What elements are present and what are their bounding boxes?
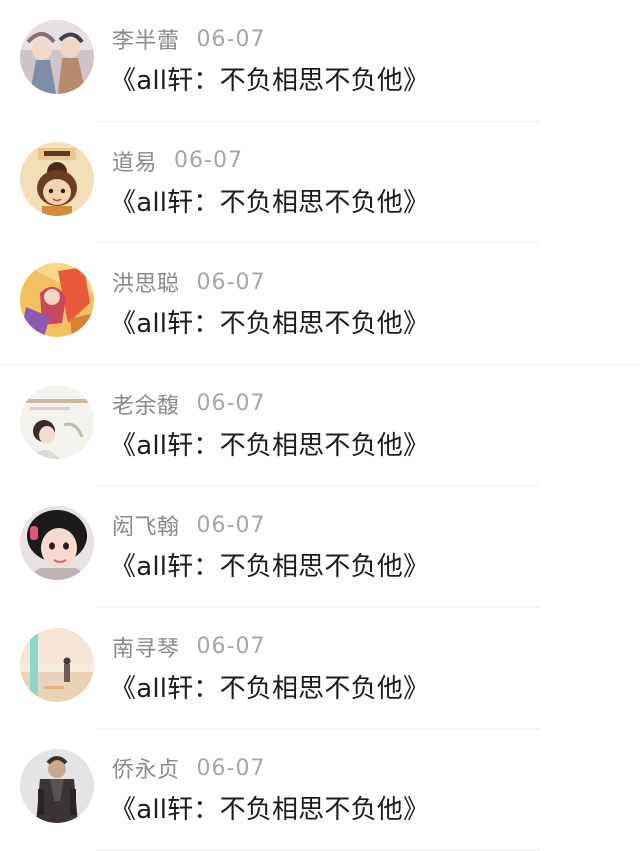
comment-meta: 闳飞翰 06-07 <box>112 509 266 541</box>
comment-message[interactable]: 《all轩：不负相思不负他》 <box>110 789 429 826</box>
avatar[interactable] <box>20 141 94 216</box>
user-name[interactable]: 老余馥 <box>112 388 180 420</box>
comment-message[interactable]: 《all轩：不负相思不负他》 <box>110 668 429 705</box>
avatar-anime-figures-icon <box>20 20 94 94</box>
list-item[interactable]: 道易 06-07 《all轩：不负相思不负他》 <box>0 122 640 243</box>
user-name[interactable]: 闳飞翰 <box>112 509 180 541</box>
comment-message[interactable]: 《all轩：不负相思不负他》 <box>110 425 429 462</box>
comment-meta: 道易 06-07 <box>112 146 243 176</box>
comment-list: 李半蕾 06-07 《all轩：不负相思不负他》 道易 06-07 《all轩：… <box>0 0 640 851</box>
comment-date: 06-07 <box>174 148 243 173</box>
avatar[interactable] <box>20 506 94 580</box>
comment-meta: 侨永贞 06-07 <box>112 752 266 784</box>
comment-meta: 李半蕾 06-07 <box>112 23 266 55</box>
list-item[interactable]: 老余馥 06-07 《all轩：不负相思不负他》 <box>0 365 640 486</box>
comment-message[interactable]: 《all轩：不负相思不负他》 <box>110 60 429 97</box>
comment-meta: 南寻琴 06-07 <box>112 632 265 662</box>
comment-message[interactable]: 《all轩：不负相思不负他》 <box>110 182 429 219</box>
list-item[interactable]: 李半蕾 06-07 《all轩：不负相思不负他》 <box>0 0 640 122</box>
user-name[interactable]: 道易 <box>112 145 157 177</box>
avatar-beach-scene-icon <box>20 627 94 702</box>
comment-date: 06-07 <box>196 755 266 781</box>
avatar-soldier-icon <box>20 749 94 823</box>
list-item[interactable]: 侨永贞 06-07 《all轩：不负相思不负他》 <box>0 729 640 851</box>
comment-date: 06-07 <box>196 26 266 52</box>
list-item[interactable]: 南寻琴 06-07 《all轩：不负相思不负他》 <box>0 608 640 729</box>
avatar-child-portrait-icon <box>20 506 94 580</box>
user-name[interactable]: 南寻琴 <box>112 631 180 663</box>
avatar[interactable] <box>20 20 94 94</box>
avatar-game-hero-icon <box>20 263 94 337</box>
comment-date: 06-07 <box>196 512 266 538</box>
avatar[interactable] <box>20 384 94 459</box>
list-item[interactable]: 闳飞翰 06-07 《all轩：不负相思不负他》 <box>0 486 640 608</box>
avatar[interactable] <box>20 263 94 337</box>
avatar-girl-with-text-icon <box>20 384 94 459</box>
avatar[interactable] <box>20 627 94 702</box>
comment-meta: 洪思聪 06-07 <box>112 266 266 298</box>
comment-message[interactable]: 《all轩：不负相思不负他》 <box>110 546 429 583</box>
comment-meta: 老余馥 06-07 <box>112 389 265 419</box>
list-item[interactable]: 洪思聪 06-07 《all轩：不负相思不负他》 <box>0 243 640 365</box>
comment-date: 06-07 <box>196 391 266 416</box>
comment-date: 06-07 <box>196 269 266 295</box>
avatar[interactable] <box>20 749 94 823</box>
user-name[interactable]: 侨永贞 <box>112 752 180 784</box>
avatar-cartoon-girl-icon <box>20 141 94 216</box>
comment-message[interactable]: 《all轩：不负相思不负他》 <box>110 303 429 340</box>
user-name[interactable]: 洪思聪 <box>112 266 180 298</box>
user-name[interactable]: 李半蕾 <box>112 23 180 55</box>
comment-date: 06-07 <box>196 634 266 659</box>
